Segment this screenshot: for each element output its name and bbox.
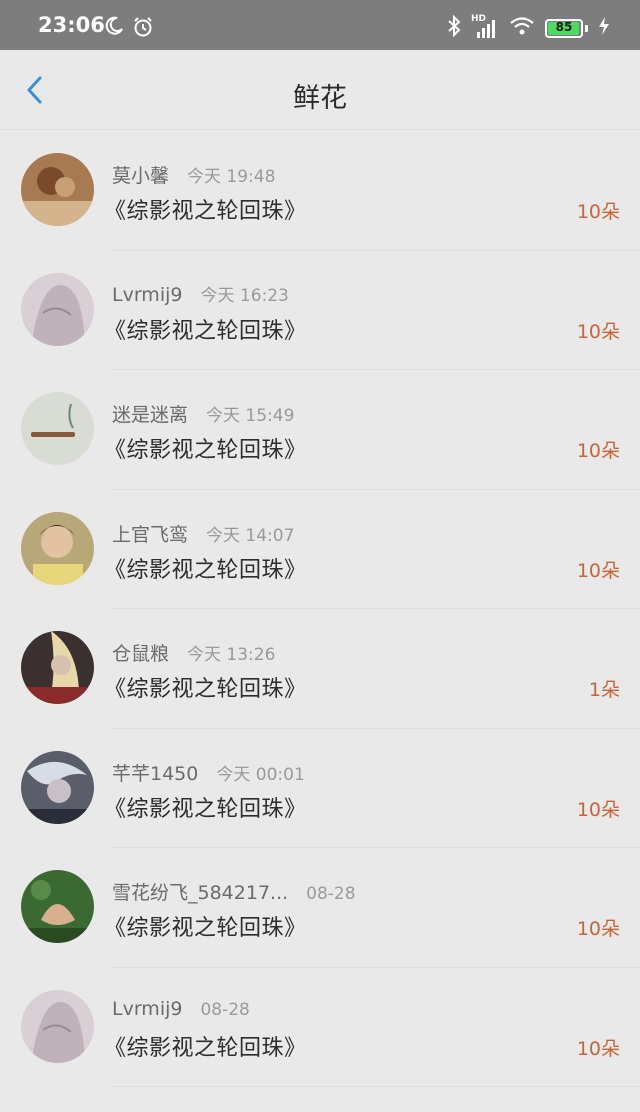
avatar[interactable] (21, 392, 94, 465)
avatar[interactable] (21, 153, 94, 226)
battery-icon: 85 (545, 18, 583, 38)
battery-level: 85 (555, 19, 573, 34)
item-meta: 迷是迷离 今天 15:49 (112, 400, 294, 427)
flower-count: 10朵 (576, 440, 620, 462)
timestamp: 今天 19:48 (187, 167, 276, 187)
flower-count: 10朵 (576, 918, 620, 940)
alarm-icon (132, 16, 154, 42)
list-item[interactable]: Lvrmij9 08-28 《综影视之轮回珠》 10朵 (0, 968, 640, 1088)
list-item[interactable]: 雪花纷飞_584217... 08-28 《综影视之轮回珠》 10朵 (0, 848, 640, 968)
status-icons-right: HD 85 (447, 14, 610, 41)
list-item[interactable]: Lvrmij9 今天 16:23 《综影视之轮回珠》 10朵 (0, 251, 640, 371)
status-icons-left (104, 16, 154, 42)
timestamp: 今天 00:01 (216, 764, 305, 785)
hd-signal-icon: HD (471, 14, 499, 39)
charging-icon (598, 16, 610, 40)
flower-count: 10朵 (576, 320, 620, 343)
flower-list: 莫小馨 今天 19:48 《综影视之轮回珠》 10朵 Lvrmij9 今天 16… (0, 131, 640, 1087)
timestamp: 08-28 (306, 884, 356, 904)
flower-count: 1朵 (588, 679, 620, 701)
user-name[interactable]: Lvrmij9 (112, 998, 182, 1020)
moon-icon (104, 16, 124, 42)
screen: 23:06 HD 85 鲜花 莫小馨 今天 19:48 《综影视之轮回珠》 10… (0, 0, 640, 1112)
user-name[interactable]: 雪花纷飞_584217... (112, 878, 288, 905)
item-meta: 芊芊1450 今天 00:01 (112, 759, 305, 786)
flower-count: 10朵 (576, 1037, 620, 1060)
avatar[interactable] (21, 870, 94, 943)
timestamp: 今天 14:07 (206, 525, 295, 546)
item-meta: Lvrmij9 08-28 (112, 998, 250, 1020)
avatar[interactable] (21, 272, 94, 346)
avatar[interactable] (21, 631, 94, 704)
timestamp: 08-28 (200, 999, 250, 1020)
timestamp: 今天 16:23 (200, 285, 289, 306)
user-name[interactable]: Lvrmij9 (112, 284, 182, 306)
book-title[interactable]: 《综影视之轮回珠》 (104, 791, 307, 823)
status-bar: 23:06 HD 85 (0, 0, 640, 50)
item-meta: 仓鼠粮 今天 13:26 (112, 639, 275, 666)
status-time: 23:06 (38, 13, 105, 37)
list-item[interactable]: 莫小馨 今天 19:48 《综影视之轮回珠》 10朵 (0, 131, 640, 251)
user-name[interactable]: 上官飞鸾 (112, 520, 188, 547)
book-title[interactable]: 《综影视之轮回珠》 (104, 910, 307, 942)
item-meta: 莫小馨 今天 19:48 (112, 161, 275, 188)
avatar[interactable] (21, 750, 94, 824)
bluetooth-icon (447, 14, 461, 41)
page-title: 鲜花 (293, 83, 347, 114)
battery-tip (585, 24, 588, 32)
user-name[interactable]: 莫小馨 (112, 161, 169, 188)
list-item[interactable]: 迷是迷离 今天 15:49 《综影视之轮回珠》 10朵 (0, 370, 640, 490)
timestamp: 今天 13:26 (187, 645, 276, 665)
book-title[interactable]: 《综影视之轮回珠》 (104, 671, 307, 703)
avatar[interactable] (21, 989, 94, 1063)
timestamp: 今天 15:49 (206, 406, 295, 426)
wifi-icon (509, 16, 535, 40)
book-title[interactable]: 《综影视之轮回珠》 (104, 313, 307, 345)
user-name[interactable]: 芊芊1450 (112, 759, 198, 786)
book-title[interactable]: 《综影视之轮回珠》 (104, 552, 307, 584)
header: 鲜花 (0, 50, 640, 130)
list-item[interactable]: 芊芊1450 今天 00:01 《综影视之轮回珠》 10朵 (0, 729, 640, 849)
list-item[interactable]: 仓鼠粮 今天 13:26 《综影视之轮回珠》 1朵 (0, 609, 640, 729)
book-title[interactable]: 《综影视之轮回珠》 (104, 193, 307, 225)
flower-count: 10朵 (576, 559, 620, 582)
book-title[interactable]: 《综影视之轮回珠》 (104, 432, 307, 464)
flower-count: 10朵 (576, 798, 620, 821)
item-meta: Lvrmij9 今天 16:23 (112, 281, 289, 306)
user-name[interactable]: 仓鼠粮 (112, 639, 169, 666)
list-item[interactable]: 上官飞鸾 今天 14:07 《综影视之轮回珠》 10朵 (0, 490, 640, 610)
item-meta: 上官飞鸾 今天 14:07 (112, 520, 294, 547)
flower-count: 10朵 (576, 201, 620, 223)
book-title[interactable]: 《综影视之轮回珠》 (104, 1030, 307, 1062)
user-name[interactable]: 迷是迷离 (112, 400, 188, 427)
avatar[interactable] (21, 511, 94, 585)
item-meta: 雪花纷飞_584217... 08-28 (112, 878, 356, 905)
